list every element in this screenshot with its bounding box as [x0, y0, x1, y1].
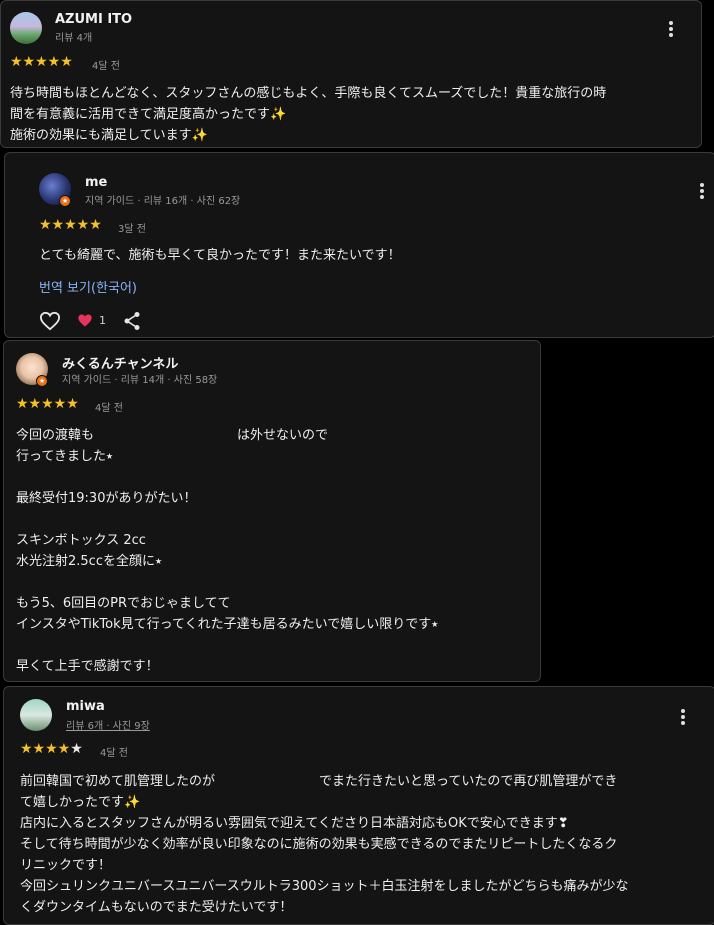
- local-guide-badge-icon: ★: [59, 195, 71, 207]
- reviewer-name[interactable]: me: [85, 175, 107, 190]
- review-card: AZUMI ITO 리뷰 4개 ★★★★★ 4달 전 待ち時間もほとんどなく、ス…: [0, 0, 702, 148]
- review-text: 前回韓国で初めて肌管理したのが でまた行きたいと思っていたので再び肌管理ができ …: [20, 774, 629, 915]
- review-time: 4달 전: [100, 748, 128, 759]
- local-guide-badge-icon: ★: [36, 375, 48, 387]
- review-time: 4달 전: [92, 61, 120, 72]
- reviewer-meta: 지역 가이드 · 리뷰 16개 · 사진 62장: [85, 196, 241, 207]
- reviewer-meta: 리뷰 4개: [55, 33, 93, 44]
- heart-outline-icon[interactable]: [39, 311, 61, 331]
- reviewer-name[interactable]: miwa: [66, 699, 105, 714]
- review-time: 3달 전: [118, 224, 146, 235]
- rating-stars: ★★★★★: [39, 217, 102, 233]
- review-card: ★ me 지역 가이드 · 리뷰 16개 · 사진 62장 ★★★★★ 3달 전…: [4, 152, 714, 338]
- review-card: ★ みくるんチャンネル 지역 가이드 · 리뷰 14개 · 사진 58장 ★★★…: [3, 340, 541, 682]
- like-count: 1: [99, 314, 106, 327]
- rating-stars: ★★★★★: [16, 396, 79, 412]
- reviewer-name[interactable]: AZUMI ITO: [55, 12, 132, 27]
- review-time: 4달 전: [95, 403, 123, 414]
- reviewer-meta[interactable]: 리뷰 6개 · 사진 9장: [66, 717, 150, 732]
- translate-link[interactable]: 번역 보기(한국어): [39, 277, 137, 296]
- reviewer-meta: 지역 가이드 · 리뷰 14개 · 사진 58장: [62, 375, 218, 386]
- more-vert-icon[interactable]: [680, 709, 686, 727]
- avatar[interactable]: [20, 699, 52, 731]
- more-vert-icon[interactable]: [699, 183, 705, 201]
- more-vert-icon[interactable]: [668, 21, 674, 39]
- review-text: 待ち時間もほとんどなく、スタッフさんの感じもよく、手際も良くてスムーズでした！貴…: [10, 86, 607, 143]
- rating-stars: ★★★★★: [20, 741, 83, 757]
- heart-filled-icon[interactable]: [77, 313, 93, 328]
- rating-stars: ★★★★★: [10, 54, 73, 70]
- review-text: 今回の渡韓も は外せないので 行ってきました⭑ 最終受付19:30がありがたい！…: [16, 428, 439, 674]
- avatar[interactable]: [10, 12, 42, 44]
- review-text: とても綺麗で、施術も早くて良かったです！また来たいです！: [39, 248, 401, 263]
- reviewer-name[interactable]: みくるんチャンネル: [62, 353, 178, 372]
- review-card: miwa 리뷰 6개 · 사진 9장 ★★★★★ 4달 전 前回韓国で初めて肌管…: [3, 686, 714, 925]
- share-icon[interactable]: [123, 311, 141, 331]
